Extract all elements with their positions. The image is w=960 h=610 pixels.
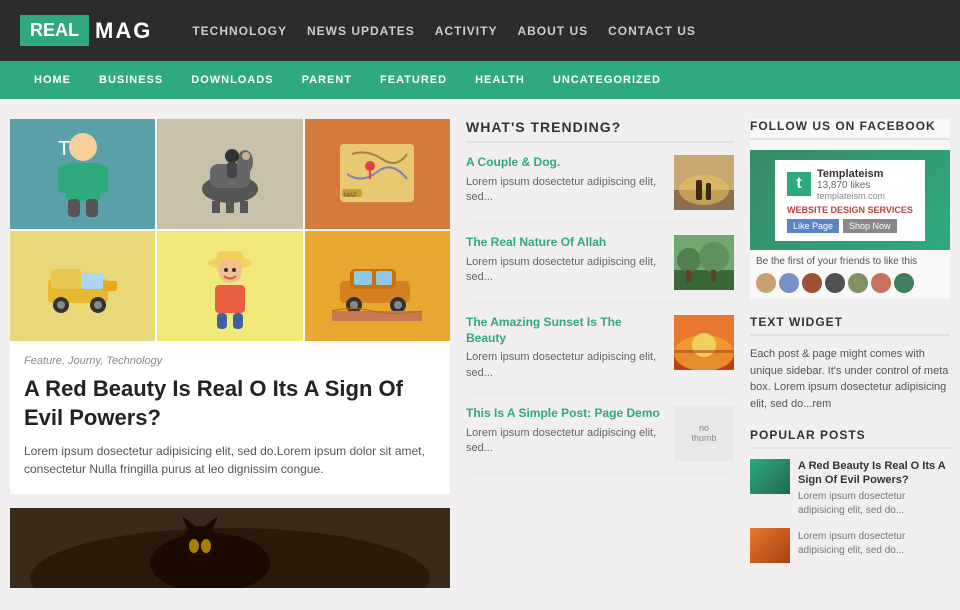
fb-brand-likes: 13,870 likes	[817, 180, 885, 191]
trending-item-2: The Real Nature Of Allah Lorem ipsum dos…	[466, 235, 734, 303]
popular-thumb-1	[750, 459, 790, 494]
trending-item-3: The Amazing Sunset Is The Beauty Lorem i…	[466, 315, 734, 394]
trending-desc-4: Lorem ipsum dosectetur adipiscing elit, …	[466, 426, 664, 457]
fb-shop-button[interactable]: Shop Now	[843, 219, 897, 233]
popular-post-desc-2: Lorem ipsum dosectetur adipisicing elit,…	[798, 530, 950, 558]
fb-box: t Templateism 13,870 likes templateism.c…	[750, 150, 950, 250]
avatar-3	[802, 273, 822, 293]
image-grid: T	[10, 119, 450, 341]
avatar-7	[894, 273, 914, 293]
popular-post-desc-1: Lorem ipsum dosectetur adipisicing elit,…	[798, 490, 950, 518]
middle-column: WHAT'S TRENDING? A Couple & Dog. Lorem i…	[466, 119, 734, 588]
trending-text-3: The Amazing Sunset Is The Beauty Lorem i…	[466, 315, 664, 381]
trending-text-1: A Couple & Dog. Lorem ipsum dosectetur a…	[466, 155, 664, 205]
trending-title-1[interactable]: A Couple & Dog.	[466, 155, 664, 171]
sec-nav-parent[interactable]: PARENT	[288, 61, 366, 99]
trending-title-2[interactable]: The Real Nature Of Allah	[466, 235, 664, 251]
logo-real: REAL	[20, 15, 89, 46]
secondary-navigation: HOME BUSINESS DOWNLOADS PARENT FEATURED …	[0, 61, 960, 99]
text-widget-body: Each post & page might comes with unique…	[750, 346, 950, 412]
popular-item-1: A Red Beauty Is Real O Its A Sign Of Evi…	[750, 459, 950, 518]
trending-title-3[interactable]: The Amazing Sunset Is The Beauty	[466, 315, 664, 346]
no-thumb-placeholder: nothumb	[674, 406, 734, 461]
fb-avatars	[750, 273, 950, 299]
popular-info-1: A Red Beauty Is Real O Its A Sign Of Evi…	[798, 459, 950, 518]
avatar-1	[756, 273, 776, 293]
popular-posts-widget: POPULAR POSTS A Red Beauty Is Real O Its…	[750, 428, 950, 563]
fb-t-icon: t	[787, 172, 811, 196]
popular-info-2: Lorem ipsum dosectetur adipisicing elit,…	[798, 528, 950, 558]
sec-nav-home[interactable]: HOME	[20, 61, 85, 99]
grid-image-6	[305, 231, 450, 341]
grid-image-2	[157, 119, 302, 229]
sec-nav-business[interactable]: BUSINESS	[85, 61, 177, 99]
trending-thumb-2	[674, 235, 734, 290]
nav-technology[interactable]: TECHNOLOGY	[192, 24, 287, 38]
left-column: T	[10, 119, 450, 588]
trending-desc-1: Lorem ipsum dosectetur adipiscing elit, …	[466, 175, 664, 206]
top-navigation: REAL MAG TECHNOLOGY NEWS UPDATES ACTIVIT…	[0, 0, 960, 61]
avatar-5	[848, 273, 868, 293]
sec-nav-featured[interactable]: FEATURED	[366, 61, 461, 99]
logo-mag: MAG	[95, 18, 152, 44]
trending-desc-3: Lorem ipsum dosectetur adipiscing elit, …	[466, 350, 664, 381]
main-wrapper: T	[0, 119, 960, 588]
sec-nav-downloads[interactable]: DOWNLOADS	[177, 61, 287, 99]
fb-friends-text: Be the first of your friends to like thi…	[750, 250, 950, 273]
grid-image-3: MAP	[305, 119, 450, 229]
grid-image-5	[157, 231, 302, 341]
fb-actions: Like Page Shop Now	[787, 219, 913, 233]
fb-widget-title: FOLLOW US ON FACEBOOK	[750, 119, 950, 140]
fb-brand-site: templateism.com	[817, 191, 885, 201]
fb-service-label: WEBSITE DESIGN SERVICES	[787, 205, 913, 215]
article-excerpt: Lorem ipsum dosectetur adipisicing elit,…	[24, 442, 436, 478]
article-card: Feature, Journy, Technology A Red Beauty…	[10, 341, 450, 494]
article-tags: Feature, Journy, Technology	[24, 355, 436, 367]
avatar-2	[779, 273, 799, 293]
avatar-6	[871, 273, 891, 293]
facebook-widget: FOLLOW US ON FACEBOOK t Templateism 13,8…	[750, 119, 950, 299]
logo[interactable]: REAL MAG	[20, 15, 152, 46]
nav-about-us[interactable]: ABOUT US	[517, 24, 588, 38]
article-title: A Red Beauty Is Real O Its A Sign Of Evi…	[24, 375, 436, 432]
avatar-4	[825, 273, 845, 293]
popular-thumb-2	[750, 528, 790, 563]
trending-text-2: The Real Nature Of Allah Lorem ipsum dos…	[466, 235, 664, 285]
right-column: FOLLOW US ON FACEBOOK t Templateism 13,8…	[750, 119, 950, 588]
top-nav-links: TECHNOLOGY NEWS UPDATES ACTIVITY ABOUT U…	[192, 23, 696, 38]
nav-news-updates[interactable]: NEWS UPDATES	[307, 24, 415, 38]
popular-post-title-1: A Red Beauty Is Real O Its A Sign Of Evi…	[798, 459, 950, 488]
sec-nav-uncategorized[interactable]: UNCATEGORIZED	[539, 61, 675, 99]
fb-brand-info: Templateism 13,870 likes templateism.com	[817, 168, 885, 201]
sec-nav-health[interactable]: HEALTH	[461, 61, 539, 99]
nav-activity[interactable]: ACTIVITY	[435, 24, 498, 38]
fb-like-button[interactable]: Like Page	[787, 219, 839, 233]
svg-text:MAP: MAP	[344, 193, 357, 199]
popular-item-2: Lorem ipsum dosectetur adipisicing elit,…	[750, 528, 950, 563]
fb-logo: t Templateism 13,870 likes templateism.c…	[787, 168, 913, 201]
trending-thumb-4: nothumb	[674, 406, 734, 461]
nav-contact-us[interactable]: CONTACT US	[608, 24, 696, 38]
trending-thumb-3	[674, 315, 734, 370]
fb-brand-name: Templateism	[817, 168, 885, 180]
grid-image-4	[10, 231, 155, 341]
popular-posts-title: POPULAR POSTS	[750, 428, 950, 449]
text-widget-title: TEXT WIDGET	[750, 315, 950, 336]
trending-thumb-1	[674, 155, 734, 210]
grid-image-1: T	[10, 119, 155, 229]
trending-header: WHAT'S TRENDING?	[466, 119, 734, 143]
fb-box-inner: t Templateism 13,870 likes templateism.c…	[775, 160, 925, 241]
trending-item-1: A Couple & Dog. Lorem ipsum dosectetur a…	[466, 155, 734, 223]
svg-text:T: T	[58, 138, 70, 160]
text-widget: TEXT WIDGET Each post & page might comes…	[750, 315, 950, 412]
trending-title-4[interactable]: This Is A Simple Post: Page Demo	[466, 406, 664, 422]
trending-item-4: This Is A Simple Post: Page Demo Lorem i…	[466, 406, 734, 474]
sec-nav-links: HOME BUSINESS DOWNLOADS PARENT FEATURED …	[20, 61, 675, 99]
bottom-image	[10, 508, 450, 588]
trending-text-4: This Is A Simple Post: Page Demo Lorem i…	[466, 406, 664, 456]
trending-desc-2: Lorem ipsum dosectetur adipiscing elit, …	[466, 255, 664, 286]
